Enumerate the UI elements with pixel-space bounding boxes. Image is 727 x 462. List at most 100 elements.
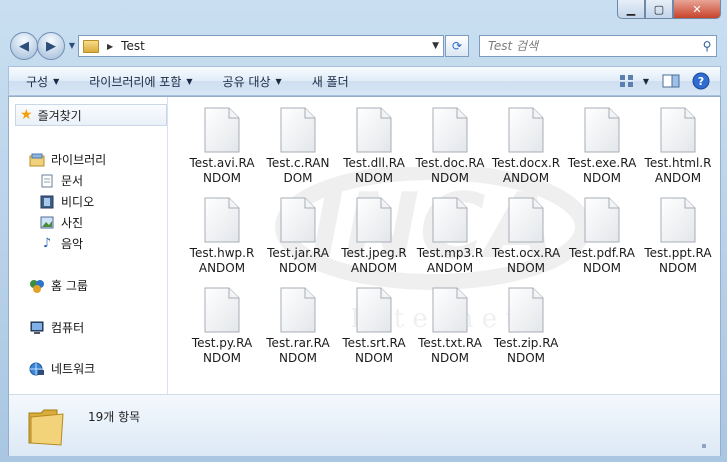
file-name: Test.mp3.R ANDOM: [412, 246, 488, 276]
change-view-button[interactable]: [616, 71, 638, 91]
help-icon: ?: [692, 72, 710, 90]
minimize-button[interactable]: ▁: [617, 0, 645, 19]
file-name-line: Test.docx.R: [491, 156, 561, 170]
refresh-icon: ⟳: [451, 39, 463, 53]
organize-menu[interactable]: 구성 ▼: [26, 73, 59, 90]
address-bar[interactable]: ▶ Test ▼: [78, 35, 444, 57]
file-name-line: Test.srt.RA: [342, 336, 406, 350]
sidebar-item-libraries[interactable]: 라이브러리: [29, 151, 106, 168]
file-item[interactable]: Test.py.RA NDOM: [184, 287, 260, 366]
breadcrumb-arrow-icon[interactable]: ▶: [107, 42, 113, 51]
share-with-menu[interactable]: 공유 대상 ▼: [223, 73, 282, 90]
file-name-line: NDOM: [202, 351, 241, 365]
file-item[interactable]: Test.jar.RA NDOM: [260, 197, 336, 276]
file-item[interactable]: Test.exe.RA NDOM: [564, 107, 640, 186]
file-name-line: NDOM: [354, 171, 393, 185]
sidebar-item-music[interactable]: ♪ 음악: [39, 235, 83, 252]
file-item[interactable]: Test.ocx.RA NDOM: [488, 197, 564, 276]
forward-arrow-icon: ▶: [46, 38, 56, 54]
blank-file-icon: [280, 287, 316, 333]
new-folder-button[interactable]: 새 폴더: [312, 73, 349, 90]
network-icon: [29, 362, 45, 376]
close-button[interactable]: ✕: [673, 0, 721, 19]
file-item[interactable]: Test.docx.R ANDOM: [488, 107, 564, 186]
blank-file-icon: [432, 107, 468, 153]
sidebar-item-homegroup[interactable]: 홈 그룹: [29, 277, 88, 294]
search-icon[interactable]: ⚲: [698, 39, 716, 53]
forward-button[interactable]: ▶: [37, 32, 65, 60]
sidebar-item-label: 라이브러리: [51, 153, 107, 167]
svg-text:?: ?: [698, 75, 704, 88]
include-in-library-menu[interactable]: 라이브러리에 포함 ▼: [89, 73, 192, 90]
file-name: Test.rar.RA NDOM: [260, 336, 336, 366]
resize-grip[interactable]: [702, 444, 706, 448]
sidebar-item-label: 문서: [61, 174, 84, 188]
file-item[interactable]: Test.dll.RA NDOM: [336, 107, 412, 186]
sidebar-item-network[interactable]: 네트워크: [29, 360, 95, 377]
file-name-line: NDOM: [506, 351, 545, 365]
file-item[interactable]: Test.mp3.R ANDOM: [412, 197, 488, 276]
document-icon: [39, 174, 55, 188]
file-item[interactable]: Test.jpeg.R ANDOM: [336, 197, 412, 276]
search-box: ⚲: [479, 35, 717, 57]
blank-file-icon: [280, 107, 316, 153]
include-in-library-label: 라이브러리에 포함: [89, 74, 182, 89]
file-name-line: NDOM: [506, 261, 545, 275]
chevron-down-icon: ▼: [275, 76, 282, 86]
help-button[interactable]: ?: [690, 71, 712, 91]
item-count: 19개 항목: [88, 410, 141, 424]
file-item[interactable]: Test.avi.RA NDOM: [184, 107, 260, 186]
sidebar-item-label: 즐겨찾기: [37, 108, 82, 123]
file-name-line: DOM: [283, 171, 313, 185]
blank-file-icon: [508, 197, 544, 243]
preview-pane-button[interactable]: [660, 71, 682, 91]
breadcrumb-test[interactable]: Test: [121, 39, 145, 53]
blank-file-icon: [280, 197, 316, 243]
file-name-line: Test.txt.RA: [418, 336, 482, 350]
sidebar-item-label: 컴퓨터: [51, 321, 85, 335]
file-name-line: Test.zip.RA: [493, 336, 559, 350]
recent-pages-dropdown[interactable]: ▼: [65, 32, 79, 58]
sidebar-item-documents[interactable]: 문서: [39, 172, 83, 189]
file-name-line: NDOM: [582, 261, 621, 275]
sidebar-item-videos[interactable]: 비디오: [39, 193, 94, 210]
file-name: Test.pdf.RA NDOM: [564, 246, 640, 276]
sidebar-item-favorites[interactable]: ★ 즐겨찾기: [15, 104, 167, 126]
window-controls: ▁ ▢ ✕: [617, 0, 721, 19]
search-input[interactable]: [486, 38, 698, 54]
file-item[interactable]: Test.zip.RA NDOM: [488, 287, 564, 366]
file-name-line: Test.avi.RA: [189, 156, 255, 170]
file-item[interactable]: Test.rar.RA NDOM: [260, 287, 336, 366]
file-item[interactable]: Test.srt.RA NDOM: [336, 287, 412, 366]
file-name: Test.py.RA NDOM: [184, 336, 260, 366]
view-options-dropdown[interactable]: ▼: [640, 71, 652, 91]
file-name: Test.txt.RA NDOM: [412, 336, 488, 366]
blank-file-icon: [204, 197, 240, 243]
sidebar-item-pictures[interactable]: 사진: [39, 214, 83, 231]
file-item[interactable]: Test.ppt.RA NDOM: [640, 197, 716, 276]
maximize-button[interactable]: ▢: [645, 0, 673, 19]
file-name-line: NDOM: [202, 171, 241, 185]
file-item[interactable]: Test.c.RAN DOM: [260, 107, 336, 186]
file-item[interactable]: Test.hwp.R ANDOM: [184, 197, 260, 276]
file-name: Test.ppt.RA NDOM: [640, 246, 716, 276]
back-button[interactable]: ◀: [10, 32, 38, 60]
file-name: Test.dll.RA NDOM: [336, 156, 412, 186]
preview-pane-icon: [662, 74, 680, 88]
blank-file-icon: [660, 107, 696, 153]
file-name-line: Test.exe.RA: [567, 156, 637, 170]
file-name: Test.doc.RA NDOM: [412, 156, 488, 186]
sidebar-item-computer[interactable]: 컴퓨터: [29, 319, 84, 336]
file-name: Test.srt.RA NDOM: [336, 336, 412, 366]
file-name-line: Test.html.R: [644, 156, 712, 170]
file-item[interactable]: Test.doc.RA NDOM: [412, 107, 488, 186]
file-item[interactable]: Test.txt.RA NDOM: [412, 287, 488, 366]
file-item[interactable]: Test.html.R ANDOM: [640, 107, 716, 186]
blank-file-icon: [356, 287, 392, 333]
file-name-line: NDOM: [582, 171, 621, 185]
file-name-line: ANDOM: [198, 261, 246, 275]
refresh-button[interactable]: ⟳: [445, 35, 469, 57]
sidebar-item-label: 네트워크: [51, 362, 96, 376]
file-item[interactable]: Test.pdf.RA NDOM: [564, 197, 640, 276]
address-dropdown-icon[interactable]: ▼: [432, 41, 439, 51]
